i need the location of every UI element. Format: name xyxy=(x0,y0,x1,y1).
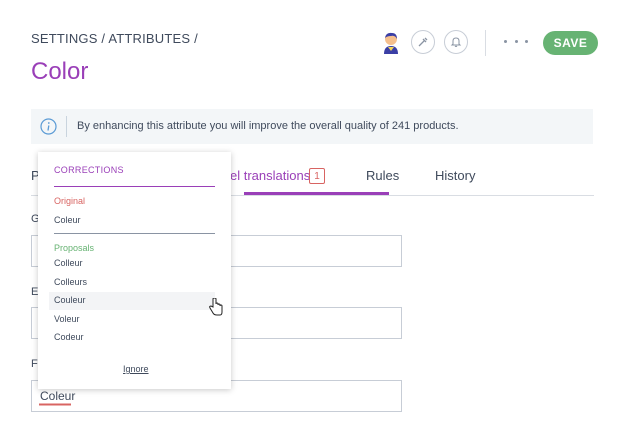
hand-cursor-icon xyxy=(209,298,223,316)
proposal-item[interactable]: Codeur xyxy=(54,332,84,342)
user-avatar-icon[interactable] xyxy=(379,30,403,54)
active-tab-indicator xyxy=(244,192,389,195)
dot-icon xyxy=(504,39,507,43)
corrections-heading: CORRECTIONS xyxy=(54,165,124,175)
proposal-item[interactable]: Colleurs xyxy=(54,277,87,287)
more-options-button[interactable] xyxy=(504,32,528,50)
header-divider xyxy=(485,30,486,56)
dot-icon xyxy=(525,39,528,43)
info-icon xyxy=(40,118,57,135)
save-button[interactable]: SAVE xyxy=(543,31,598,55)
corrections-popup: CORRECTIONS Original Coleur Proposals Co… xyxy=(38,152,231,389)
helper-divider xyxy=(66,116,67,137)
dot-icon xyxy=(514,39,518,43)
field-label-french: F xyxy=(31,358,38,370)
original-value: Coleur xyxy=(54,215,81,225)
helper-text: By enhancing this attribute you will imp… xyxy=(77,120,459,132)
spelling-error-underline xyxy=(39,403,71,406)
section-divider xyxy=(54,233,215,234)
proposals-label: Proposals xyxy=(54,243,95,253)
notifications-button[interactable] xyxy=(444,30,468,54)
tab-label-translations[interactable]: el translations xyxy=(230,168,310,183)
page-title: Color xyxy=(31,58,89,85)
breadcrumb[interactable]: SETTINGS / ATTRIBUTES / xyxy=(31,31,198,46)
proposal-item[interactable]: Colleur xyxy=(54,258,83,268)
ignore-link[interactable]: Ignore xyxy=(123,364,149,374)
original-label: Original xyxy=(54,196,86,206)
proposal-item[interactable]: Couleur xyxy=(54,295,86,305)
tab-history[interactable]: History xyxy=(435,168,475,183)
proposal-item[interactable]: Voleur xyxy=(54,314,80,324)
helper-banner: By enhancing this attribute you will imp… xyxy=(31,109,593,144)
tab-badge: 1 xyxy=(309,168,325,184)
send-to-proposal-button[interactable] xyxy=(411,30,435,54)
french-field-value[interactable]: Coleur xyxy=(40,389,75,403)
bell-icon xyxy=(450,37,462,47)
tab-rules[interactable]: Rules xyxy=(366,168,399,183)
heading-divider xyxy=(54,186,215,187)
tools-icon xyxy=(418,37,428,47)
